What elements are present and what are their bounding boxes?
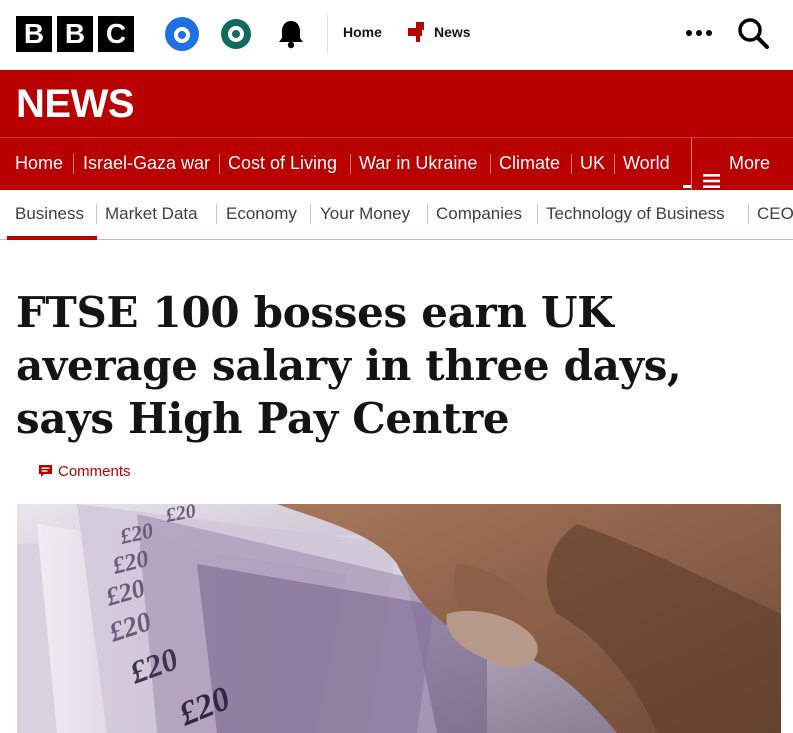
secondary-nav-market-data[interactable]: Market Data: [105, 190, 198, 238]
secondary-nav-your-money[interactable]: Your Money: [320, 190, 410, 238]
more-menu-label: More: [729, 153, 771, 173]
more-dots-icon[interactable]: [686, 25, 712, 41]
nav-separator: [73, 154, 74, 174]
primary-nav-climate[interactable]: Climate: [499, 138, 560, 188]
nav-separator: [96, 204, 97, 224]
secondary-nav-technology-of-business[interactable]: Technology of Business: [546, 190, 725, 238]
top-nav-home-link[interactable]: Home: [343, 24, 382, 40]
account-icon[interactable]: [165, 17, 199, 51]
secondary-nav-business[interactable]: Business: [15, 190, 84, 238]
nav-separator: [216, 204, 217, 224]
primary-nav-uk[interactable]: UK: [580, 138, 605, 188]
news-logo-icon: [408, 22, 430, 42]
masthead: B B C Home News: [0, 0, 793, 70]
secondary-nav: Business Market Data Economy Your Money …: [0, 190, 793, 240]
comments-link[interactable]: Comments: [38, 463, 131, 480]
primary-nav-israel-gaza-war[interactable]: Israel-Gaza war: [83, 138, 210, 188]
nav-separator: [219, 154, 220, 174]
bbc-logo-letter-b1: B: [16, 16, 52, 52]
nav-separator: [350, 154, 351, 174]
article-headline: FTSE 100 bosses earn UK average salary i…: [16, 288, 682, 443]
primary-nav-cost-of-living[interactable]: Cost of Living: [228, 138, 337, 188]
primary-nav-war-in-ukraine[interactable]: War in Ukraine: [359, 138, 477, 188]
search-icon[interactable]: [736, 16, 770, 50]
nav-separator: [310, 204, 311, 224]
nav-separator: [748, 204, 749, 224]
nav-separator: [571, 154, 572, 174]
nav-separator: [537, 204, 538, 224]
masthead-divider: [327, 14, 328, 54]
secondary-nav-companies[interactable]: Companies: [436, 190, 522, 238]
bell-icon[interactable]: [276, 18, 306, 50]
article-hero-image: £20 £20 £20 £20 £20 £20 £20: [17, 504, 781, 733]
nav-separator: [427, 204, 428, 224]
active-tab-indicator: [7, 236, 97, 240]
primary-nav: Home Israel-Gaza war Cost of Living War …: [0, 137, 793, 190]
section-title[interactable]: NEWS: [16, 82, 135, 126]
hamburger-icon: [703, 157, 720, 188]
comments-label: Comments: [58, 463, 131, 480]
secondary-nav-ceo[interactable]: CEO: [757, 190, 793, 238]
nav-separator: [614, 154, 615, 174]
bbc-logo-letter-c: C: [98, 16, 134, 52]
top-nav-news-link[interactable]: News: [434, 24, 471, 40]
secondary-nav-economy[interactable]: Economy: [226, 190, 297, 238]
primary-nav-home[interactable]: Home: [15, 138, 63, 188]
nav-scroll-indicator: [683, 185, 691, 188]
comment-icon: [38, 464, 53, 479]
bbc-logo-letter-b2: B: [57, 16, 93, 52]
nav-separator: [490, 154, 491, 174]
primary-nav-world[interactable]: World: [623, 138, 670, 188]
iplayer-icon[interactable]: [221, 19, 251, 49]
section-title-bar: NEWS: [0, 70, 793, 137]
more-menu-button[interactable]: More: [691, 138, 793, 190]
bbc-logo[interactable]: B B C: [16, 16, 134, 52]
